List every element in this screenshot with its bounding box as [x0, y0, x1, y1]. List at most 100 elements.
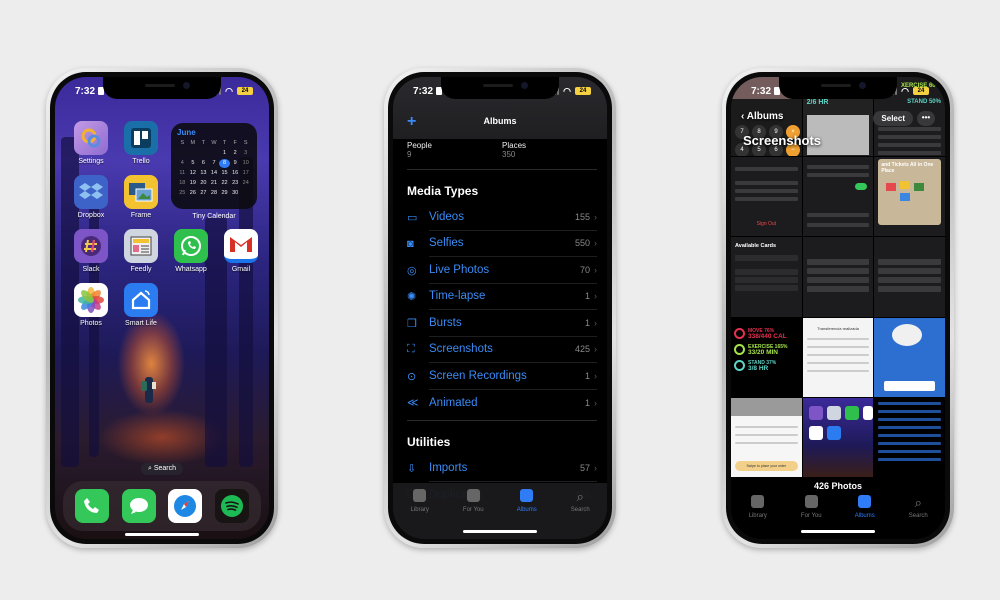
calendar-day: 13 [200, 170, 207, 176]
battery-icon: 24 [237, 87, 253, 95]
app-photos[interactable]: Photos [69, 283, 113, 327]
calendar-day: 4 [180, 160, 184, 166]
app-smart-life[interactable]: Smart Life [119, 283, 163, 327]
trello-icon [124, 121, 158, 155]
album-count: 550 [574, 238, 590, 249]
album-count: 1 [584, 370, 590, 381]
album-selfies[interactable]: ◙ Selfies 550 › [407, 231, 597, 257]
search-icon: ⌕ [576, 489, 584, 504]
phone-icon[interactable] [75, 489, 110, 523]
app-gmail[interactable]: Gmail [219, 229, 263, 273]
battery-icon: 24 [913, 87, 929, 95]
thumbnail-account[interactable]: Sign Out [731, 157, 802, 237]
notch [103, 77, 221, 99]
calendar-day: 25 [179, 190, 186, 196]
calendar-day: 27 [200, 190, 207, 196]
album-count: 57 [579, 462, 590, 473]
thumbnail-wallet-cards[interactable]: Available Cards [731, 237, 802, 317]
thumbnail-wallet-promo[interactable]: and Tickets All in One Place [874, 157, 945, 237]
album-bursts[interactable]: ❒ Bursts 1 › [407, 310, 597, 337]
places-album[interactable]: Places 350 [502, 141, 597, 159]
album-live-photos[interactable]: ◎ Live Photos 70 › [407, 257, 597, 284]
battery-icon: 24 [575, 87, 591, 95]
timelapse-icon: ✺ [407, 291, 417, 304]
more-options-button[interactable]: ••• [917, 111, 935, 126]
dock [63, 481, 261, 531]
thumbnail-transfer-receipt[interactable]: Transferencia realizada [802, 317, 874, 397]
calendar-day: 16 [232, 170, 239, 176]
back-button[interactable]: ‹ Albums [741, 111, 783, 122]
thumbnail-recommendations[interactable] [802, 157, 874, 237]
smart-life-icon [124, 283, 158, 317]
wifi-icon: ◠ [225, 85, 233, 96]
calendar-day: 30 [232, 190, 239, 196]
thumbnail-checkout[interactable]: Swipe to place your order [731, 397, 802, 477]
app-dropbox[interactable]: Dropbox [69, 175, 113, 219]
calendar-day: 11 [179, 170, 186, 176]
app-settings[interactable]: Settings [69, 121, 113, 165]
bursts-icon: ❒ [407, 317, 417, 330]
home-screen: 7:32 ◠ 24 Settings Trello Dropbox Frame … [55, 77, 269, 539]
app-trello[interactable]: Trello [119, 121, 163, 165]
calendar-day: 7 [212, 160, 216, 166]
album-videos[interactable]: ▭ Videos 155 › [407, 204, 597, 231]
album-count: 155 [574, 211, 590, 222]
chevron-right-icon: › [594, 370, 597, 381]
thumbnail-id-states[interactable] [802, 237, 874, 317]
video-icon: ▭ [407, 211, 418, 224]
calendar-day: 1 [223, 150, 227, 156]
for-you-icon [448, 489, 498, 505]
safari-icon[interactable] [168, 489, 203, 523]
album-count: 1 [584, 397, 590, 408]
thumbnail-albums-list[interactable] [874, 397, 945, 477]
import-icon: ⇩ [407, 462, 417, 475]
utilities-title: Utilities [407, 435, 451, 449]
album-count: 425 [574, 344, 590, 355]
home-indicator [463, 530, 537, 533]
settings-icon [74, 121, 108, 155]
album-screenshots[interactable]: ⛶ Screenshots 425 › [407, 337, 597, 363]
spotify-icon[interactable] [214, 489, 249, 523]
live-photo-icon: ◎ [407, 264, 417, 277]
tab-search[interactable]: ⌕ Search [893, 495, 943, 539]
thumbnail-blue-document[interactable] [874, 317, 945, 397]
thumbnail-home-screen[interactable] [802, 397, 874, 477]
messages-icon[interactable] [121, 489, 156, 523]
album-label: Time-lapse [429, 290, 486, 303]
tab-library[interactable]: Library [733, 495, 783, 539]
app-whatsapp[interactable]: Whatsapp [169, 229, 213, 273]
calendar-day: 24 [242, 180, 249, 186]
wifi-icon: ◠ [563, 85, 571, 96]
notch [441, 77, 559, 99]
album-label: Live Photos [429, 263, 490, 276]
album-count: 70 [579, 264, 590, 275]
app-feedly[interactable]: Feedly [119, 229, 163, 273]
album-imports[interactable]: ⇩ Imports 57 › [407, 455, 597, 482]
thumbnail-id-states-color[interactable] [874, 237, 945, 317]
calendar-grid: S M T W T F S 1 2 3 4 5 6 7 8 9 10 11 12 13 14 15 16 17 18 19 20 21… [177, 139, 251, 198]
tab-search[interactable]: ⌕ Search [555, 489, 605, 539]
app-slack[interactable]: Slack [69, 229, 113, 273]
album-label: Screenshots [429, 343, 493, 356]
people-album[interactable]: People 9 [407, 141, 502, 159]
calendar-day: 23 [232, 180, 239, 186]
albums-screen: 7:32 ◠ 24 + Albums People 9 Places 350 M… [393, 77, 607, 539]
calendar-day: 19 [189, 180, 196, 186]
gmail-icon [224, 229, 258, 263]
tab-library[interactable]: Library [395, 489, 445, 539]
home-search-button[interactable]: ⌕ Search [140, 463, 184, 475]
notch [779, 77, 897, 99]
divider [407, 420, 597, 421]
thumbnail-activity-rings[interactable]: MOVE 76% 338/440 CAL EXERCISE 165% 33/20 M… [731, 317, 802, 397]
calendar-widget[interactable]: June S M T W T F S 1 2 3 4 5 6 7 8 9 10 11 12 13 14 15 16 17 18 1… [171, 123, 257, 209]
app-frame[interactable]: Frame [119, 175, 163, 219]
album-time-lapse[interactable]: ✺ Time-lapse 1 › [407, 284, 597, 310]
phone-home-screen: 7:32 ◠ 24 Settings Trello Dropbox Frame … [46, 68, 278, 548]
media-types-title: Media Types [407, 184, 479, 198]
calendar-widget-label: Tiny Calendar [192, 213, 236, 220]
album-label: Videos [429, 210, 464, 223]
album-animated[interactable]: ≪ Animated 1 › [407, 390, 597, 417]
weekday-label: S [180, 140, 185, 146]
album-screen-recordings[interactable]: ⊙ Screen Recordings 1 › [407, 363, 597, 390]
select-button[interactable]: Select [873, 111, 913, 126]
